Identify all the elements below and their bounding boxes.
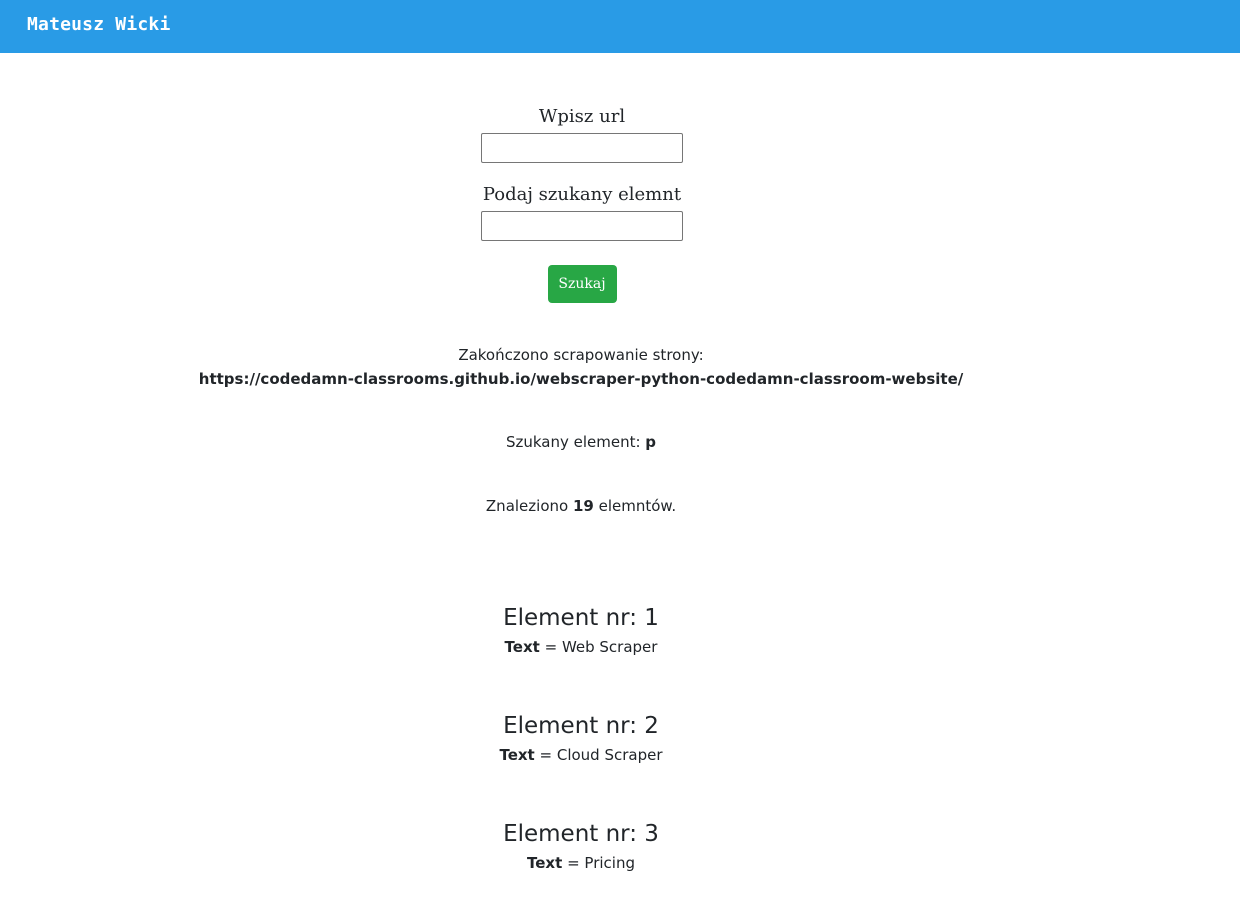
element-text-sep: = <box>567 854 580 872</box>
element-text-value: Pricing <box>584 854 635 872</box>
element-label: Podaj szukany elemnt <box>482 184 682 205</box>
url-input[interactable] <box>481 133 683 163</box>
element-title: Element nr: 1 <box>503 605 659 631</box>
element-item: Element nr: 3 Text = Pricing <box>0 818 1162 874</box>
found-count-line: Znaleziono 19 elemntów. <box>0 494 1162 518</box>
brand-link[interactable]: Mateusz Wicki <box>27 14 170 35</box>
element-text: Text = Cloud Scraper <box>0 744 1162 766</box>
element-text-key: Text <box>504 638 540 656</box>
element-title: Element nr: 2 <box>503 713 659 739</box>
found-suffix: elemntów. <box>598 497 677 515</box>
element-input[interactable] <box>481 211 683 241</box>
search-prefix: Szukany element: <box>505 433 641 451</box>
status-prefix: Zakończono scrapowanie strony: <box>458 346 704 364</box>
element-text-sep: = <box>539 746 553 764</box>
element-text-key: Text <box>527 854 563 872</box>
element-text-value: Cloud Scraper <box>556 746 663 764</box>
status-url: https://codedamn-classrooms.github.io/we… <box>198 370 964 388</box>
element-text: Text = Web Scraper <box>0 636 1162 658</box>
element-title: Element nr: 3 <box>503 821 659 847</box>
found-prefix: Znaleziono <box>485 497 569 515</box>
search-value: p <box>645 433 657 451</box>
url-label: Wpisz url <box>538 106 626 127</box>
navbar: Mateusz Wicki <box>0 0 1240 53</box>
element-text-value: Web Scraper <box>561 638 658 656</box>
found-count: 19 <box>572 497 594 515</box>
scrape-form: Wpisz url Podaj szukany elemnt Szukaj <box>481 103 683 303</box>
search-button[interactable]: Szukaj <box>547 265 617 303</box>
element-text-sep: = <box>544 638 558 656</box>
scrape-status: Zakończono scrapowanie strony: https://c… <box>0 343 1162 391</box>
search-element-line: Szukany element: p <box>0 430 1162 454</box>
element-item: Element nr: 1 Text = Web Scraper <box>0 602 1162 658</box>
element-text-key: Text <box>499 746 535 764</box>
element-item: Element nr: 2 Text = Cloud Scraper <box>0 710 1162 766</box>
element-text: Text = Pricing <box>0 852 1162 874</box>
